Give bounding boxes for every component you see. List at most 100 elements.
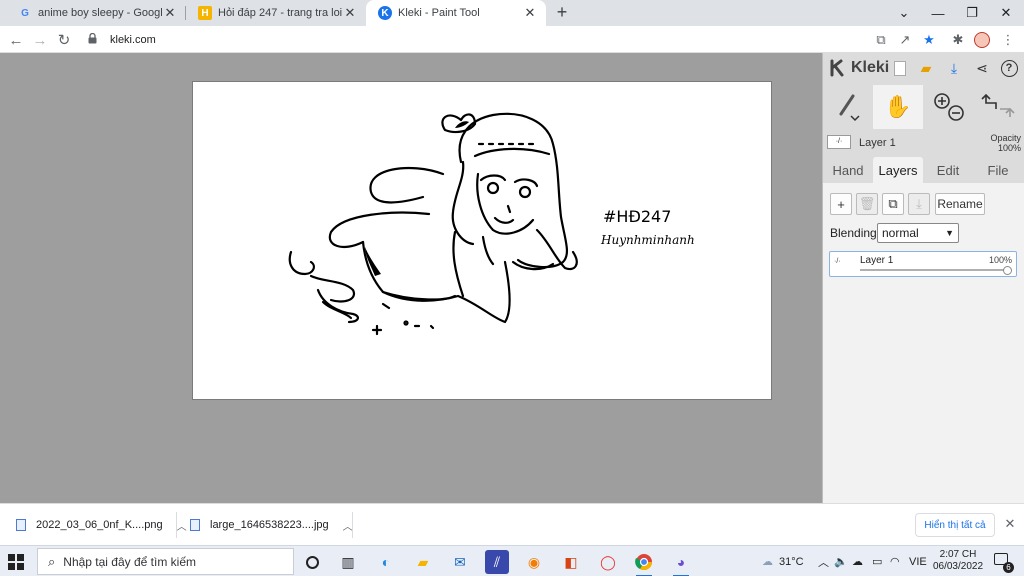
- blending-select[interactable]: normal ▼: [877, 223, 959, 243]
- canvas-signature-line1: #HĐ247: [603, 207, 671, 226]
- close-tab-icon[interactable]: ✕: [162, 5, 178, 21]
- tray-chevron-up-icon[interactable]: ︿: [818, 546, 829, 576]
- bookmark-star-icon[interactable]: ★: [919, 30, 939, 50]
- search-placeholder: Nhập tại đây để tìm kiếm: [63, 554, 197, 569]
- tab-google-search[interactable]: G anime boy sleepy - Google Tìm k ✕: [6, 0, 186, 26]
- open-folder-icon[interactable]: ▰: [915, 57, 937, 79]
- kleki-logo-icon: [830, 59, 844, 77]
- url-text: kleki.com: [110, 33, 156, 46]
- share-icon[interactable]: ⋖: [971, 57, 993, 79]
- hand-icon: ✋: [884, 94, 912, 119]
- show-all-downloads-button[interactable]: Hiển thị tất cả: [915, 513, 995, 537]
- weather-cloud-icon: ☁: [762, 556, 773, 568]
- clock-date: 06/03/2022: [932, 561, 984, 572]
- drawing-canvas[interactable]: #HĐ247 Huynhminhanh: [192, 81, 772, 400]
- close-tab-icon[interactable]: ✕: [342, 5, 358, 21]
- zoom-tool-button[interactable]: [923, 85, 973, 129]
- taskbar-search-input[interactable]: ⌕ Nhập tại đây để tìm kiếm: [37, 548, 294, 575]
- help-icon[interactable]: ?: [998, 57, 1020, 79]
- extensions-icon[interactable]: ✱: [948, 30, 968, 50]
- brush-icon: [839, 94, 860, 122]
- new-image-icon[interactable]: [889, 57, 911, 79]
- tab-title: Kleki - Paint Tool: [398, 7, 480, 19]
- wifi-icon[interactable]: ◠: [890, 546, 900, 576]
- editor-app-icon[interactable]: ⫽: [485, 550, 509, 574]
- profile-avatar[interactable]: [972, 30, 992, 50]
- kleki-workspace[interactable]: #HĐ247 Huynhminhanh: [0, 53, 822, 503]
- downloads-bar: 2022_03_06_0nf_K....png ︿ large_16465382…: [0, 503, 1024, 545]
- opacity-value: 100%: [997, 143, 1021, 153]
- tool-row: ✋: [823, 85, 1024, 129]
- search-icon: ⌕: [48, 553, 56, 569]
- canvas-signature-line2: Huynhminhanh: [600, 233, 695, 247]
- tab-kleki[interactable]: K Kleki - Paint Tool ✕: [366, 0, 546, 26]
- share-icon[interactable]: ↗: [895, 30, 915, 50]
- layer-opacity-handle[interactable]: [1003, 266, 1012, 275]
- battery-icon[interactable]: ▭: [872, 546, 882, 576]
- language-indicator[interactable]: VIE: [909, 546, 927, 576]
- taskbar-clock[interactable]: 2:07 CH 06/03/2022: [928, 549, 988, 573]
- undo-redo-icon: [981, 93, 1015, 117]
- delete-layer-button[interactable]: 🗑: [856, 193, 878, 215]
- weather-widget[interactable]: ☁ 31°C: [762, 546, 804, 576]
- back-icon[interactable]: ←: [5, 29, 27, 51]
- layer-thumbnail: ·/·: [834, 258, 841, 265]
- current-layer-preview: ·/· Layer 1 Opacity 100%: [827, 133, 1021, 155]
- chrome-icon[interactable]: [632, 550, 656, 576]
- tab-hoidap[interactable]: H Hỏi đáp 247 - trang tra loi ✕: [186, 0, 366, 26]
- forward-icon[interactable]: →: [29, 29, 51, 51]
- new-tab-button[interactable]: +: [552, 3, 572, 23]
- download-item[interactable]: 2022_03_06_0nf_K....png ︿: [16, 512, 187, 538]
- browser-app-icon[interactable]: ◉: [522, 550, 546, 574]
- layer-thumbnail: ·/·: [827, 135, 851, 149]
- menu-icon[interactable]: ⋮: [998, 30, 1018, 50]
- kleki-logo[interactable]: Kleki: [829, 57, 889, 79]
- merge-layer-button[interactable]: ⤓: [908, 193, 930, 215]
- opera-icon[interactable]: ◯: [596, 550, 620, 574]
- edge-icon[interactable]: ◐: [374, 550, 398, 574]
- layers-pane: + 🗑 ⧉ ⤓ Rename Blending normal ▼ ·/· Lay…: [823, 183, 1024, 503]
- windows-taskbar: ⌕ Nhập tại đây để tìm kiếm ▥ ◐ ▰ ✉ ⫽ ◉ ◧…: [0, 545, 1024, 576]
- google-icon: G: [21, 7, 29, 19]
- current-layer-name: Layer 1: [859, 137, 896, 149]
- tab-search-icon[interactable]: ⌄: [887, 0, 921, 26]
- reload-icon[interactable]: ↻: [53, 29, 75, 51]
- download-item[interactable]: large_1646538223....jpg ︿: [190, 512, 353, 538]
- cloud-icon[interactable]: ☁: [852, 546, 863, 576]
- duplicate-layer-button[interactable]: ⧉: [882, 193, 904, 215]
- tab-file[interactable]: File: [973, 157, 1023, 183]
- windows-start-icon[interactable]: [8, 554, 24, 570]
- cortana-icon[interactable]: [300, 550, 324, 574]
- layer-opacity-slider[interactable]: [860, 269, 1008, 271]
- tab-hand[interactable]: Hand: [823, 157, 873, 183]
- brush-tool-button[interactable]: [823, 85, 873, 129]
- rename-layer-button[interactable]: Rename: [935, 193, 985, 215]
- tab-layers[interactable]: Layers: [873, 157, 923, 183]
- address-bar[interactable]: kleki.com: [80, 28, 860, 51]
- mail-icon[interactable]: ✉: [448, 550, 472, 574]
- add-layer-button[interactable]: +: [830, 193, 852, 215]
- messenger-icon[interactable]: ◕: [669, 550, 693, 576]
- close-tab-icon[interactable]: ✕: [522, 5, 538, 21]
- chevron-up-icon[interactable]: ︿: [177, 518, 187, 533]
- tab-edit[interactable]: Edit: [923, 157, 973, 183]
- chrome-logo: [635, 554, 653, 571]
- minimize-icon[interactable]: —: [921, 0, 955, 26]
- office-icon[interactable]: ◧: [559, 550, 583, 574]
- layer-name: Layer 1: [860, 255, 894, 266]
- notification-center-icon[interactable]: 6: [992, 553, 1014, 573]
- layer-list-item[interactable]: ·/· Layer 1 100%: [829, 251, 1017, 277]
- file-explorer-icon[interactable]: ▰: [411, 550, 435, 574]
- restore-icon[interactable]: ❐: [955, 0, 989, 26]
- undo-redo-button[interactable]: [973, 85, 1023, 129]
- window-close-icon[interactable]: ✕: [989, 0, 1023, 26]
- translate-icon[interactable]: ⧉: [871, 30, 891, 50]
- hand-tool-button[interactable]: ✋: [873, 85, 923, 129]
- lock-icon[interactable]: [88, 32, 102, 47]
- download-separator: [352, 512, 353, 538]
- opacity-label: Opacity: [990, 133, 1021, 143]
- download-icon[interactable]: ⤓: [943, 57, 965, 79]
- task-view-icon[interactable]: ▥: [336, 550, 360, 574]
- volume-icon[interactable]: 🔈: [834, 546, 848, 576]
- close-downloads-icon[interactable]: ✕: [1002, 516, 1018, 532]
